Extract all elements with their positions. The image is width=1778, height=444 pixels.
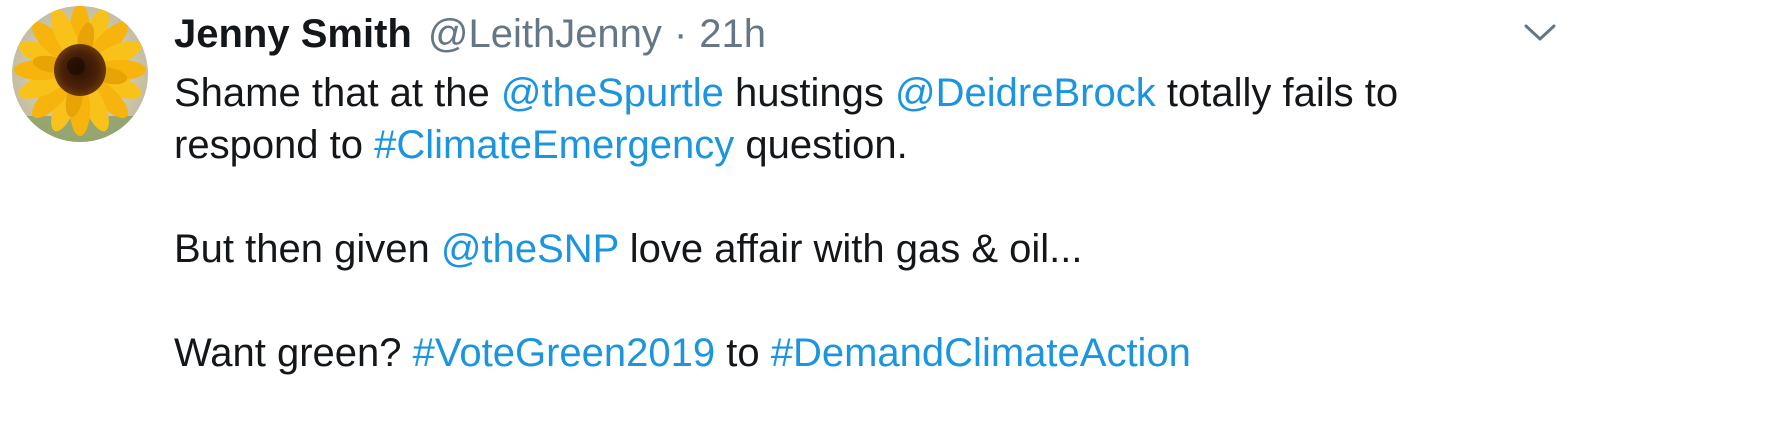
- text-segment: Want green?: [174, 331, 413, 375]
- text-segment: love affair with gas & oil...: [618, 227, 1083, 271]
- text-segment: question.: [734, 123, 908, 167]
- tweet-line: Shame that at the @theSpurtle hustings @…: [174, 67, 1674, 119]
- tweet-line: But then given @theSNP love affair with …: [174, 223, 1674, 275]
- tweet-content: Jenny Smith @LeithJenny · 21h Shame that…: [174, 8, 1674, 379]
- tweet[interactable]: Jenny Smith @LeithJenny · 21h Shame that…: [0, 0, 1778, 444]
- text-segment: Shame that at the: [174, 71, 501, 115]
- tweet-line: Want green? #VoteGreen2019 to #DemandCli…: [174, 327, 1674, 379]
- header-separator: ·: [673, 12, 688, 56]
- text-segment: respond to: [174, 123, 375, 167]
- tweet-menu-button[interactable]: [1522, 18, 1558, 46]
- hashtag-link[interactable]: #VoteGreen2019: [413, 331, 715, 375]
- text-segment: But then given: [174, 227, 441, 271]
- chevron-down-icon: [1524, 24, 1556, 41]
- sunflower-avatar-icon: [12, 6, 148, 142]
- text-segment: hustings: [723, 71, 896, 115]
- author-handle[interactable]: @LeithJenny: [428, 8, 662, 60]
- author-name[interactable]: Jenny Smith: [174, 8, 412, 60]
- avatar[interactable]: [12, 6, 148, 142]
- text-segment: to: [715, 331, 771, 375]
- tweet-line: respond to #ClimateEmergency question.: [174, 119, 1674, 171]
- mention-link[interactable]: @DeidreBrock: [895, 71, 1156, 115]
- mention-link[interactable]: @theSNP: [441, 227, 619, 271]
- text-segment: totally fails to: [1155, 71, 1399, 115]
- hashtag-link[interactable]: #DemandClimateAction: [771, 331, 1191, 375]
- hashtag-link[interactable]: #ClimateEmergency: [374, 123, 734, 167]
- timestamp[interactable]: 21h: [699, 8, 766, 60]
- mention-link[interactable]: @theSpurtle: [501, 71, 724, 115]
- tweet-text: Shame that at the @theSpurtle hustings @…: [174, 67, 1674, 379]
- tweet-header: Jenny Smith @LeithJenny · 21h: [174, 8, 1674, 60]
